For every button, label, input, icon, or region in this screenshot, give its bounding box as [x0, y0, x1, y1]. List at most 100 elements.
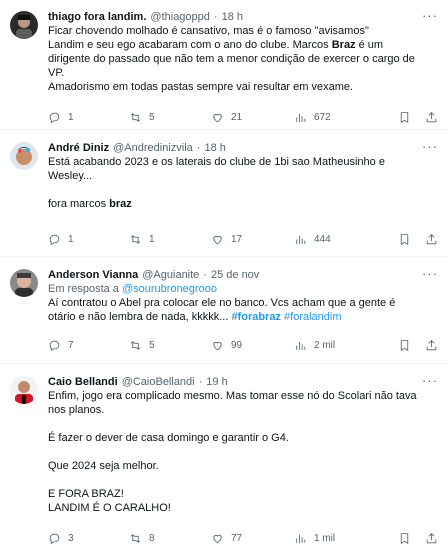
- reply-icon: [49, 340, 60, 351]
- avatar-image: [10, 11, 38, 39]
- tweet[interactable]: André Diniz @Andredinizvila · 18 h Está …: [0, 131, 448, 257]
- views-icon: [296, 341, 306, 350]
- avatar[interactable]: [10, 11, 38, 39]
- reply-prefix: Em resposta a: [48, 283, 122, 295]
- reply-button[interactable]: 1: [48, 233, 129, 246]
- user-handle[interactable]: @Aguianite: [142, 268, 199, 282]
- bookmark-icon[interactable]: [398, 111, 411, 124]
- user-handle[interactable]: @Andredinizvila: [113, 141, 193, 155]
- text-line: nos planos.: [48, 404, 105, 416]
- views-icon: [296, 235, 306, 244]
- extra-actions: [398, 111, 438, 124]
- views-button[interactable]: 2 mil: [294, 339, 378, 352]
- hashtag-link[interactable]: #forabraz: [231, 311, 281, 323]
- views-icon: [296, 113, 306, 122]
- text-line: Landim e seu ego acabaram com o ano do c…: [48, 38, 438, 52]
- action-bar: 3 8 77 1 mil: [48, 530, 438, 546]
- retweet-icon: [130, 533, 141, 543]
- retweet-icon: [130, 112, 141, 122]
- more-options-icon[interactable]: ···: [422, 266, 438, 281]
- display-name[interactable]: thiago fora landim.: [48, 10, 146, 24]
- tweet[interactable]: Caio Bellandi @CaioBellandi · 19 h Enfim…: [0, 365, 448, 559]
- avatar[interactable]: [10, 142, 38, 170]
- retweet-button[interactable]: 8: [129, 532, 211, 545]
- views-button[interactable]: 444: [294, 233, 378, 246]
- highlight-term: Braz: [331, 39, 356, 51]
- more-options-icon[interactable]: ···: [422, 373, 438, 388]
- share-icon[interactable]: [425, 532, 438, 545]
- text-line: Wesley...: [48, 170, 93, 182]
- view-count: 672: [314, 111, 331, 123]
- text-line: É fazer o dever de casa domingo e garant…: [48, 432, 289, 444]
- reply-button[interactable]: 7: [48, 339, 129, 352]
- share-icon[interactable]: [425, 233, 438, 246]
- user-handle[interactable]: @thiagoppd: [150, 10, 210, 24]
- text-span: é um: [355, 39, 384, 51]
- like-count: 17: [231, 233, 243, 245]
- like-count: 21: [231, 111, 243, 123]
- text-span: otário e não lembra de nada, kkkkk...: [48, 311, 232, 323]
- retweet-button[interactable]: 5: [129, 111, 211, 124]
- extra-actions: [398, 339, 438, 352]
- like-button[interactable]: 99: [211, 339, 294, 352]
- text-line: Aí contratou o Abel pra colocar ele no b…: [48, 297, 396, 309]
- like-button[interactable]: 17: [211, 233, 294, 246]
- action-bar: 7 5 99 2 mil: [48, 337, 438, 353]
- tweet[interactable]: thiago fora landim. @thiagoppd · 18 h Fi…: [0, 0, 448, 130]
- retweet-button[interactable]: 1: [129, 233, 211, 246]
- display-name[interactable]: Caio Bellandi: [48, 375, 118, 389]
- text-span: fora marcos: [48, 198, 110, 210]
- display-name[interactable]: André Diniz: [48, 141, 109, 155]
- tweet[interactable]: Anderson Vianna @Aguianite · 25 de nov E…: [0, 258, 448, 364]
- timestamp[interactable]: 25 de nov: [211, 268, 259, 282]
- more-options-icon[interactable]: ···: [422, 8, 438, 23]
- reply-button[interactable]: 1: [48, 111, 129, 124]
- text-line: Amadorismo em todas pastas sempre vai re…: [48, 81, 354, 93]
- hashtag-link[interactable]: #foralandim: [284, 311, 341, 323]
- text-line: LANDIM É O CARALHO!: [48, 502, 171, 514]
- separator-dot: ·: [198, 376, 203, 388]
- views-button[interactable]: 672: [294, 111, 378, 124]
- extra-actions: [398, 233, 438, 246]
- reply-button[interactable]: 3: [48, 532, 129, 545]
- like-button[interactable]: 21: [211, 111, 294, 124]
- separator-dot: ·: [196, 142, 201, 154]
- separator-dot: ·: [213, 11, 218, 23]
- user-handle[interactable]: @CaioBellandi: [122, 375, 195, 389]
- display-name[interactable]: Anderson Vianna: [48, 268, 138, 282]
- text-line: otário e não lembra de nada, kkkkk... #f…: [48, 310, 438, 324]
- avatar[interactable]: [10, 269, 38, 297]
- bookmark-icon[interactable]: [398, 532, 411, 545]
- timestamp[interactable]: 18 h: [222, 10, 243, 24]
- tweet-text: Está acabando 2023 e os laterais do club…: [48, 155, 438, 211]
- text-span: Landim e seu ego acabaram com o ano do c…: [48, 39, 332, 51]
- views-button[interactable]: 1 mil: [294, 532, 378, 545]
- retweet-button[interactable]: 5: [129, 339, 211, 352]
- view-count: 2 mil: [314, 339, 336, 351]
- retweet-count: 5: [149, 111, 155, 123]
- action-bar: 1 5 21 672: [48, 109, 438, 125]
- share-icon[interactable]: [425, 339, 438, 352]
- avatar[interactable]: [10, 376, 38, 404]
- bookmark-icon[interactable]: [398, 233, 411, 246]
- more-options-icon[interactable]: ···: [422, 139, 438, 154]
- timestamp[interactable]: 19 h: [206, 375, 227, 389]
- text-line: Enfim, jogo era complicado mesmo. Mas to…: [48, 390, 417, 402]
- share-icon[interactable]: [425, 111, 438, 124]
- highlight-term: braz: [109, 198, 132, 210]
- heart-icon: [213, 113, 222, 122]
- text-line: Que 2024 seja melhor.: [48, 460, 159, 472]
- retweet-icon: [130, 340, 141, 350]
- retweet-count: 5: [149, 339, 155, 351]
- bookmark-icon[interactable]: [398, 339, 411, 352]
- like-button[interactable]: 77: [211, 532, 294, 545]
- reply-mention-link[interactable]: @sourubronegrooo: [122, 283, 217, 295]
- timestamp[interactable]: 18 h: [204, 141, 225, 155]
- retweet-icon: [130, 234, 141, 244]
- like-count: 77: [231, 532, 243, 544]
- text-line: dirigente do passado que não tem a menor…: [48, 53, 415, 65]
